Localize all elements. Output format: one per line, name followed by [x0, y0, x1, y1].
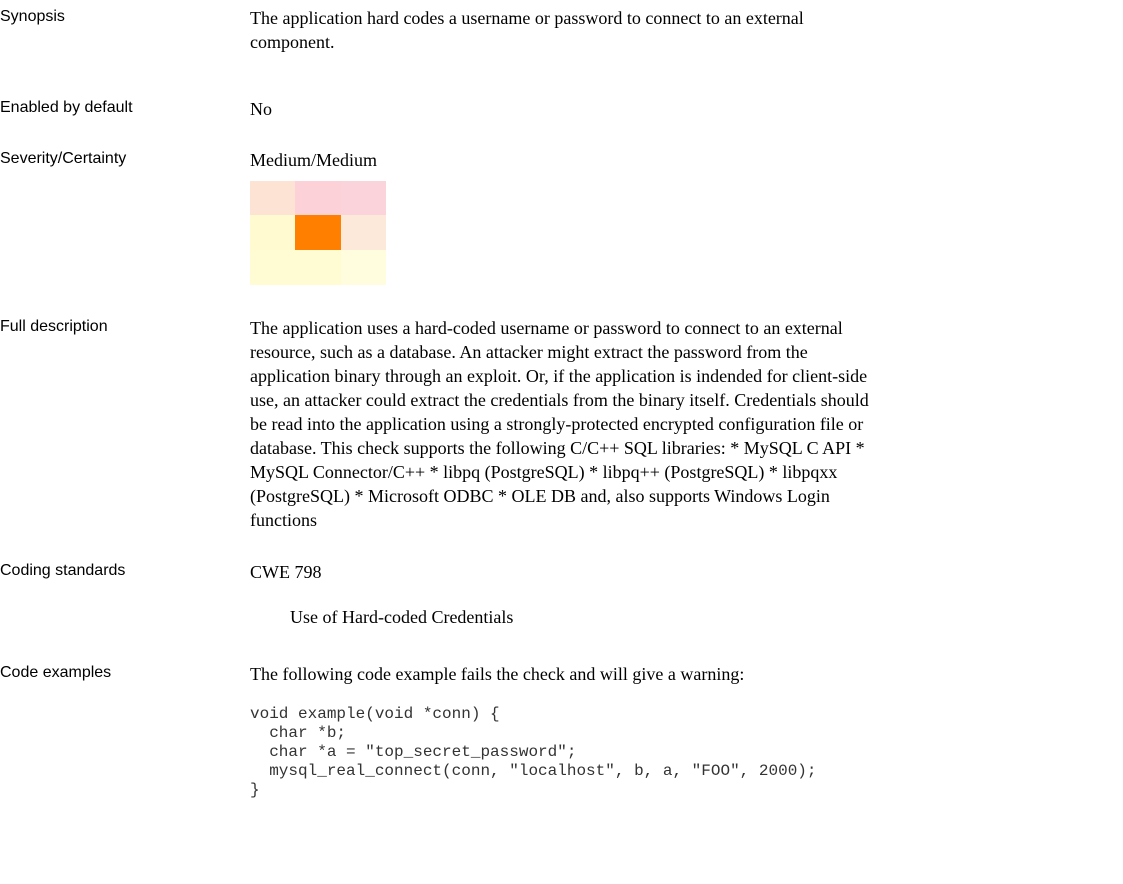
code-examples-label: Code examples: [0, 664, 112, 681]
synopsis-label: Synopsis: [0, 8, 65, 25]
cwe-title: Use of Hard-coded Credentials: [290, 607, 514, 627]
synopsis-text: The application hard codes a username or…: [250, 8, 804, 52]
enabled-by-default-label: Enabled by default: [0, 99, 133, 116]
matrix-cell: [295, 181, 341, 215]
matrix-cell: [340, 250, 386, 285]
coding-standards-value: CWE 798 Use of Hard-coded Credentials: [250, 560, 870, 627]
matrix-cell: [340, 181, 386, 215]
matrix-cell: [340, 215, 386, 250]
code-example-block: void example(void *conn) { char *b; char…: [250, 705, 817, 799]
matrix-cell-selected: [295, 215, 341, 250]
severity-certainty-label: Severity/Certainty: [0, 150, 127, 167]
full-description-text: The application uses a hard-coded userna…: [250, 318, 869, 530]
code-examples-intro: The following code example fails the che…: [250, 664, 745, 684]
full-description-label: Full description: [0, 318, 108, 335]
matrix-cell: [250, 181, 296, 215]
severity-certainty-matrix: [250, 181, 386, 285]
matrix-cell: [250, 215, 296, 250]
cwe-id: CWE 798: [250, 562, 322, 582]
enabled-by-default-value: No: [250, 99, 272, 119]
matrix-cell: [295, 250, 341, 285]
matrix-cell: [250, 250, 296, 285]
coding-standards-label: Coding standards: [0, 562, 126, 579]
severity-certainty-value: Medium/Medium: [250, 150, 377, 170]
